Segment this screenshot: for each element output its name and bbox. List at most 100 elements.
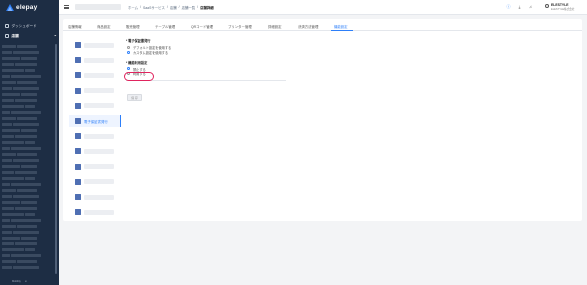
tab-qr-management[interactable]: QRコード管理: [191, 24, 213, 29]
breadcrumb-item[interactable]: 店舗: [170, 5, 177, 10]
sidebar-store-item[interactable]: [2, 134, 55, 139]
sidebar-store-item[interactable]: [2, 200, 55, 205]
store-entry[interactable]: [69, 54, 121, 66]
sidebar-store-item[interactable]: [2, 92, 55, 97]
store-entry[interactable]: [69, 191, 121, 203]
tab-store-info[interactable]: 店舗情報: [68, 24, 82, 29]
breadcrumb-current: 店舗詳細: [200, 6, 214, 10]
bell-icon[interactable]: ♫: [528, 4, 533, 9]
sidebar-store-item[interactable]: [2, 265, 55, 270]
store-name-blurred: [84, 148, 114, 154]
sidebar-store-item[interactable]: [2, 259, 55, 264]
menu-icon[interactable]: [64, 5, 69, 9]
download-icon[interactable]: ⤓: [517, 4, 522, 9]
sidebar-store-item[interactable]: [2, 44, 55, 49]
store-name-blurred: [84, 179, 114, 185]
store-entry[interactable]: [69, 161, 121, 173]
sidebar-item-label: 店舗: [11, 33, 19, 38]
store-name-blurred: [84, 209, 114, 215]
sidebar-store-item[interactable]: [2, 206, 55, 211]
sidebar-store-item[interactable]: [2, 182, 55, 187]
sidebar-store-item[interactable]: [2, 188, 55, 193]
help-icon[interactable]: ⓘ: [506, 4, 511, 9]
sidebar-store-item[interactable]: [2, 241, 55, 246]
radio-button-selected[interactable]: [127, 50, 130, 54]
sidebar-store-item[interactable]: [2, 140, 55, 145]
store-thumbnail: [75, 148, 81, 155]
active-tab-indicator: [331, 30, 353, 31]
sidebar-item-store[interactable]: 店舗 ⌃: [5, 31, 57, 41]
sidebar-store-item[interactable]: [2, 128, 55, 133]
store-entry[interactable]: [69, 39, 121, 51]
sidebar-store-item[interactable]: [2, 247, 55, 252]
sidebar-store-item[interactable]: [2, 80, 55, 85]
store-name-blurred: [84, 164, 114, 170]
user-menu[interactable]: ELESTYLE ELESTYLE株式会社: [545, 3, 575, 11]
sidebar: elepay ダッシュボード 店舗 ⌃ Mobility ⊙: [0, 0, 59, 285]
sidebar-store-item[interactable]: [2, 68, 55, 73]
sidebar-store-item[interactable]: [2, 50, 55, 55]
sidebar-store-item[interactable]: [2, 116, 55, 121]
sidebar-store-item[interactable]: [2, 98, 55, 103]
chevron-up-icon: ⌃: [53, 33, 57, 39]
sidebar-store-item[interactable]: [2, 110, 55, 115]
sidebar-store-item[interactable]: [2, 122, 55, 127]
sidebar-store-item[interactable]: [2, 62, 55, 67]
radio-button[interactable]: [127, 45, 130, 49]
sidebar-item-label: ダッシュボード: [11, 23, 37, 28]
store-entry[interactable]: [69, 69, 121, 81]
sidebar-store-item[interactable]: [2, 230, 55, 235]
logo[interactable]: elepay: [6, 4, 37, 11]
sidebar-store-item[interactable]: [2, 212, 55, 217]
store-name-blurred: [84, 88, 114, 94]
sidebar-footer: Mobility ⊙: [12, 280, 27, 283]
sidebar-store-item[interactable]: [2, 56, 55, 61]
store-name-blurred: [84, 103, 114, 109]
sidebar-store-item[interactable]: [2, 170, 55, 175]
store-icon: [5, 34, 9, 38]
store-name-blurred: [84, 72, 114, 78]
store-thumbnail: [75, 87, 81, 94]
tab-sales-management[interactable]: 販売管理: [126, 24, 140, 29]
store-thumbnail: [75, 133, 81, 140]
tab-feature-settings[interactable]: 機能設定: [334, 24, 348, 29]
sidebar-store-item[interactable]: [2, 146, 55, 151]
sidebar-store-item[interactable]: [2, 158, 55, 163]
store-entry[interactable]: [69, 145, 121, 157]
sidebar-store-item[interactable]: [2, 194, 55, 199]
breadcrumb-item[interactable]: ホーム: [128, 5, 138, 10]
store-entry[interactable]: [69, 130, 121, 142]
radio-label: カスタム設定を使用する: [133, 50, 169, 55]
store-entry[interactable]: [69, 85, 121, 97]
tab-product-settings[interactable]: 商品設定: [97, 24, 111, 29]
tab-printer-management[interactable]: プリンター管理: [228, 24, 252, 29]
sidebar-store-item[interactable]: [2, 86, 55, 91]
sidebar-store-item[interactable]: [2, 176, 55, 181]
breadcrumb-item[interactable]: SaaSサービス: [143, 5, 165, 10]
sidebar-store-item[interactable]: [2, 152, 55, 157]
store-entry-active[interactable]: 電子保証書発行: [69, 115, 121, 127]
tab-payment-methods[interactable]: 決済方法管理: [298, 24, 318, 29]
store-entry[interactable]: [69, 100, 121, 112]
sidebar-store-item[interactable]: [2, 104, 55, 109]
sidebar-store-item[interactable]: [2, 224, 55, 229]
store-thumbnail: [75, 178, 81, 185]
sidebar-store-item[interactable]: [2, 253, 55, 258]
radio-button-selected[interactable]: [127, 67, 130, 71]
tab-detail-settings[interactable]: 詳細設定: [268, 24, 282, 29]
footer-icon[interactable]: ⊙: [25, 280, 27, 283]
sidebar-store-item[interactable]: [2, 236, 55, 241]
tab-table-management[interactable]: テーブル管理: [155, 24, 175, 29]
sidebar-store-item[interactable]: [2, 164, 55, 169]
sidebar-store-item[interactable]: [2, 74, 55, 79]
sidebar-item-dashboard[interactable]: ダッシュボード: [5, 21, 57, 31]
store-name-blurred: [84, 133, 114, 139]
breadcrumb-item[interactable]: 店舗一覧: [182, 5, 196, 10]
store-entry[interactable]: [69, 176, 121, 188]
sidebar-store-item[interactable]: [2, 218, 55, 223]
store-entry[interactable]: [69, 206, 121, 218]
logo-text: elepay: [16, 4, 38, 11]
sidebar-scrollbar[interactable]: [55, 44, 57, 274]
save-button[interactable]: 保 存: [127, 94, 142, 101]
store-name-blurred: [84, 42, 114, 48]
